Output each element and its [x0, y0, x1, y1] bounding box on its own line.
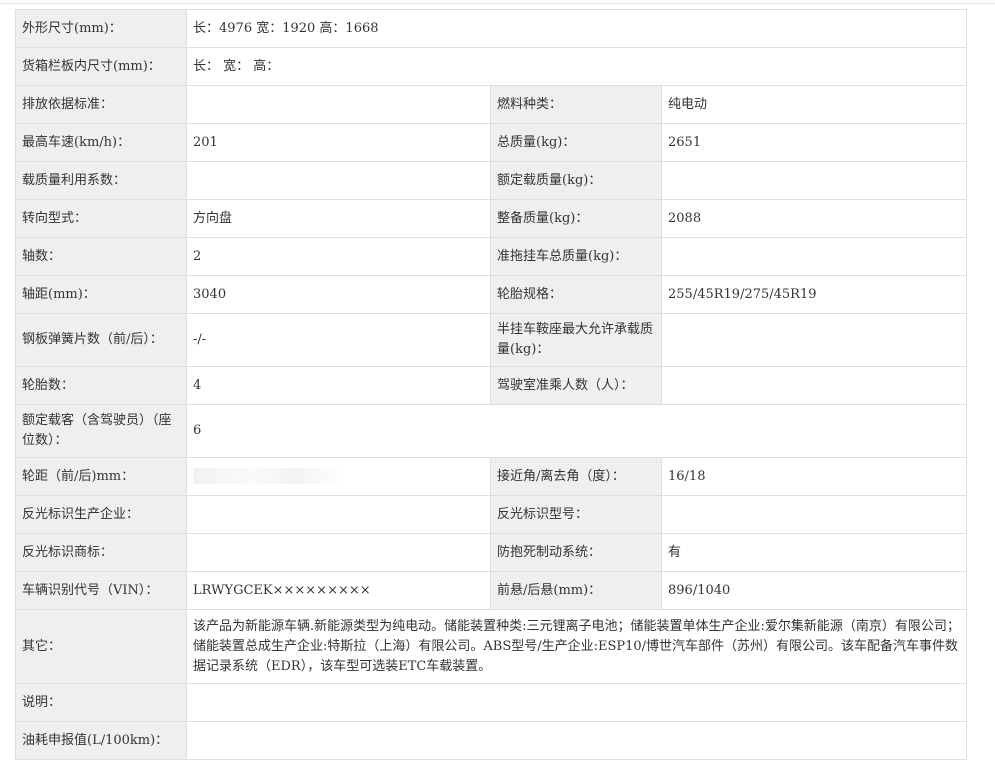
wheelbase-value: 3040: [186, 275, 491, 314]
cab-passengers-value: [660, 366, 968, 405]
total-mass-value: 2651: [660, 123, 968, 162]
saddle-load-value: [660, 313, 968, 367]
overhang-label: 前悬/后悬(mm)：: [490, 571, 662, 610]
rated-load-label: 额定载质量(kg)：: [490, 161, 662, 200]
table-row: 反光标识商标： 防抱死制动系统： 有: [15, 533, 968, 572]
tire-count-label: 轮胎数：: [15, 366, 187, 405]
steering-value: 方向盘: [186, 199, 491, 238]
table-row: 车辆识别代号（VIN）： LRWYGCEK××××××××× 前悬/后悬(mm)…: [15, 571, 968, 610]
reflector-model-label: 反光标识型号：: [490, 495, 662, 534]
rated-load-value: [660, 161, 968, 200]
fuel-type-label: 燃料种类：: [490, 85, 662, 124]
other-label: 其它：: [15, 609, 187, 684]
track-label: 轮距（前/后)mm：: [15, 457, 187, 496]
load-util-label: 载质量利用系数：: [15, 161, 187, 200]
tire-count-value: 4: [186, 366, 491, 405]
table-row: 轮胎数： 4 驾驶室准乘人数（人）：: [15, 366, 968, 405]
passengers-label: 额定载客（含驾驶员）（座位数）：: [15, 404, 187, 458]
max-speed-label: 最高车速(km/h)：: [15, 123, 187, 162]
cargo-box-label: 货箱栏板内尺寸(mm)：: [15, 47, 187, 86]
leaf-springs-value: -/-: [186, 313, 491, 367]
reflector-brand-value: [186, 533, 491, 572]
fuel-type-value: 纯电动: [660, 85, 968, 124]
vin-value: LRWYGCEK×××××××××: [186, 571, 491, 610]
table-row: 最高车速(km/h)： 201 总质量(kg)： 2651: [15, 123, 968, 162]
steering-label: 转向型式：: [15, 199, 187, 238]
curb-mass-value: 2088: [660, 199, 968, 238]
other-value: 该产品为新能源车辆.新能源类型为纯电动。储能装置种类:三元锂离子电池；储能装置单…: [185, 609, 968, 684]
table-row: 反光标识生产企业： 反光标识型号：: [15, 495, 968, 534]
max-speed-value: 201: [186, 123, 491, 162]
top-divider: [0, 3, 995, 4]
table-row: 载质量利用系数： 额定载质量(kg)：: [15, 161, 968, 200]
note-label: 说明：: [15, 683, 187, 722]
emission-std-value: [186, 85, 491, 124]
table-row: 额定载客（含驾驶员）（座位数）： 6: [15, 404, 968, 458]
table-row: 油耗申报值(L/100km)：: [15, 721, 968, 760]
fuel-consumption-value: [185, 721, 968, 760]
angles-value: 16/18: [660, 457, 968, 496]
passengers-value: 6: [185, 404, 968, 458]
reflector-maker-label: 反光标识生产企业：: [15, 495, 187, 534]
table-row: 其它： 该产品为新能源车辆.新能源类型为纯电动。储能装置种类:三元锂离子电池；储…: [15, 609, 968, 684]
cab-passengers-label: 驾驶室准乘人数（人）：: [490, 366, 662, 405]
leaf-springs-label: 钢板弹簧片数（前/后）：: [15, 313, 187, 367]
table-row: 说明：: [15, 683, 968, 722]
track-value: [186, 457, 491, 496]
table-row: 钢板弹簧片数（前/后）： -/- 半挂车鞍座最大允许承载质量(kg)：: [15, 313, 968, 367]
emission-std-label: 排放依据标准：: [15, 85, 187, 124]
table-row: 轮距（前/后)mm： 接近角/离去角（度）： 16/18: [15, 457, 968, 496]
vin-label: 车辆识别代号（VIN）：: [15, 571, 187, 610]
redacted-value: [193, 468, 343, 484]
axles-label: 轴数：: [15, 237, 187, 276]
table-row: 排放依据标准： 燃料种类： 纯电动: [15, 85, 968, 124]
trailer-mass-label: 准拖挂车总质量(kg)：: [490, 237, 662, 276]
angles-label: 接近角/离去角（度）：: [490, 457, 662, 496]
table-row: 货箱栏板内尺寸(mm)： 长： 宽： 高：: [15, 47, 968, 86]
abs-label: 防抱死制动系统：: [490, 533, 662, 572]
tire-spec-label: 轮胎规格：: [490, 275, 662, 314]
cargo-box-value: 长： 宽： 高：: [185, 47, 968, 86]
saddle-load-label: 半挂车鞍座最大允许承载质量(kg)：: [490, 313, 662, 367]
dimensions-label: 外形尺寸(mm)：: [15, 9, 187, 48]
dimensions-value: 长：4976 宽：1920 高：1668: [185, 9, 968, 48]
vehicle-spec-table: 外形尺寸(mm)： 长：4976 宽：1920 高：1668 货箱栏板内尺寸(m…: [15, 9, 968, 760]
note-value: [185, 683, 968, 722]
tire-spec-value: 255/45R19/275/45R19: [660, 275, 968, 314]
abs-value: 有: [660, 533, 968, 572]
fuel-consumption-label: 油耗申报值(L/100km)：: [15, 721, 187, 760]
table-row: 外形尺寸(mm)： 长：4976 宽：1920 高：1668: [15, 9, 968, 48]
reflector-maker-value: [186, 495, 491, 534]
total-mass-label: 总质量(kg)：: [490, 123, 662, 162]
table-row: 轴数： 2 准拖挂车总质量(kg)：: [15, 237, 968, 276]
trailer-mass-value: [660, 237, 968, 276]
load-util-value: [186, 161, 491, 200]
curb-mass-label: 整备质量(kg)：: [490, 199, 662, 238]
overhang-value: 896/1040: [660, 571, 968, 610]
table-row: 轴距(mm)： 3040 轮胎规格： 255/45R19/275/45R19: [15, 275, 968, 314]
reflector-brand-label: 反光标识商标：: [15, 533, 187, 572]
table-row: 转向型式： 方向盘 整备质量(kg)： 2088: [15, 199, 968, 238]
reflector-model-value: [660, 495, 968, 534]
wheelbase-label: 轴距(mm)：: [15, 275, 187, 314]
axles-value: 2: [186, 237, 491, 276]
